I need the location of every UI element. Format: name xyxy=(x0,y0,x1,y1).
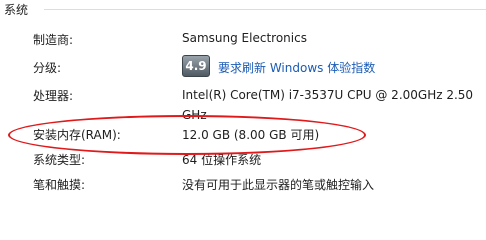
pen-touch-value: 没有可用于此显示器的笔或触控输入 xyxy=(182,178,375,192)
manufacturer-value: Samsung Electronics xyxy=(182,31,307,45)
section-divider xyxy=(44,9,486,10)
processor-value: Intel(R) Core(TM) i7-3537U CPU @ 2.00GHz… xyxy=(182,88,474,122)
section-title-system: 系统 xyxy=(4,3,29,17)
refresh-experience-index-link[interactable]: 要求刷新 Windows 体验指数 xyxy=(218,59,375,76)
system-type-value: 64 位操作系统 xyxy=(182,153,262,167)
processor-label: 处理器: xyxy=(33,89,74,103)
system-type-label: 系统类型: xyxy=(33,153,86,167)
pen-touch-label: 笔和触摸: xyxy=(33,178,86,192)
installed-memory-label: 安装内存(RAM): xyxy=(33,128,121,142)
rating-label: 分级: xyxy=(33,61,62,75)
installed-memory-value: 12.0 GB (8.00 GB 可用) xyxy=(182,128,320,142)
experience-index-score-badge: 4.9 xyxy=(182,55,210,77)
manufacturer-label: 制造商: xyxy=(33,33,74,47)
